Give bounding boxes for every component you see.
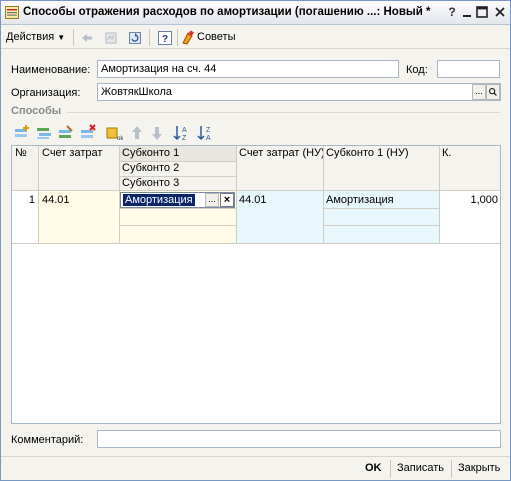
svg-text:ok: ok bbox=[117, 136, 123, 142]
organization-label: Организация: bbox=[11, 87, 81, 99]
header-divider bbox=[12, 190, 500, 191]
header-k[interactable]: К. bbox=[439, 146, 500, 160]
comment-input[interactable] bbox=[97, 430, 501, 448]
window-title: Способы отражения расходов по амортизаци… bbox=[23, 6, 431, 18]
chevron-down-icon: ▼ bbox=[57, 33, 66, 42]
row-k[interactable]: 1,000 bbox=[439, 193, 500, 207]
save-button[interactable]: Записать bbox=[397, 462, 444, 474]
actions-menu[interactable]: Действия ▼ bbox=[6, 31, 65, 43]
header-subkonto1[interactable]: Субконто 1 bbox=[119, 146, 236, 160]
minimize-icon[interactable] bbox=[460, 5, 474, 19]
delete-row-icon[interactable] bbox=[79, 124, 97, 142]
sort-ascending-icon[interactable]: A Z bbox=[173, 124, 191, 142]
svg-text:Z: Z bbox=[206, 127, 211, 134]
subkonto1-editor[interactable]: Амортизация ... × bbox=[120, 192, 235, 208]
header-account[interactable]: Счет затрат bbox=[39, 146, 119, 160]
move-down-icon[interactable] bbox=[149, 124, 165, 142]
row-account-nu[interactable]: 44.01 bbox=[236, 193, 323, 207]
search-icon[interactable] bbox=[486, 84, 500, 100]
row-subdivider bbox=[323, 225, 439, 226]
help-icon[interactable]: ? bbox=[157, 30, 173, 46]
actions-label: Действия bbox=[6, 31, 55, 43]
subkonto1-select-button[interactable]: ... bbox=[205, 193, 219, 207]
clear-icon[interactable]: × bbox=[220, 193, 234, 207]
document-window: Способы отражения расходов по амортизаци… bbox=[0, 0, 511, 481]
svg-text:A: A bbox=[182, 127, 187, 134]
svg-text:A: A bbox=[206, 135, 211, 142]
edit-row-icon[interactable] bbox=[57, 124, 75, 142]
name-input[interactable]: Амортизация на сч. 44 bbox=[97, 60, 399, 78]
close-button[interactable]: Закрыть bbox=[458, 462, 500, 474]
title-bar: Способы отражения расходов по амортизаци… bbox=[1, 1, 510, 25]
name-label: Наименование: bbox=[11, 64, 91, 76]
header-num[interactable]: № bbox=[12, 146, 38, 160]
row-subkonto1-nu[interactable]: Амортизация bbox=[323, 193, 439, 207]
code-label: Код: bbox=[406, 64, 428, 76]
svg-text:Z: Z bbox=[182, 135, 187, 142]
methods-table[interactable]: № Счет затрат Субконто 1 Субконто 2 Субк… bbox=[11, 145, 501, 424]
ok-button[interactable]: OK bbox=[365, 462, 382, 474]
toolbar-separator bbox=[149, 29, 150, 46]
toolbar-separator bbox=[177, 29, 178, 46]
tips-icon[interactable] bbox=[181, 30, 195, 45]
row-subdivider bbox=[119, 225, 236, 226]
table-toolbar: ok A Z Z A bbox=[13, 124, 233, 142]
header-subkonto3[interactable]: Субконто 3 bbox=[119, 176, 236, 190]
end-edit-icon[interactable]: ok bbox=[105, 124, 123, 142]
header-account-nu[interactable]: Счет затрат (НУ) bbox=[236, 146, 323, 160]
group-divider bbox=[67, 112, 500, 113]
comment-label: Комментарий: bbox=[11, 434, 84, 446]
header-subkonto2[interactable]: Субконто 2 bbox=[119, 161, 236, 175]
header-subkonto1-nu[interactable]: Субконто 1 (НУ) bbox=[323, 146, 439, 160]
help-button[interactable]: ? bbox=[445, 5, 459, 19]
svg-text:?: ? bbox=[162, 34, 168, 45]
footer-divider bbox=[1, 456, 510, 457]
toolbar: Действия ▼ ? Советы bbox=[1, 26, 510, 49]
document-icon bbox=[5, 6, 19, 19]
arrow-left-icon[interactable] bbox=[79, 30, 95, 46]
row-num[interactable]: 1 bbox=[12, 193, 38, 207]
record-icon[interactable] bbox=[103, 30, 119, 46]
organization-value: ЖовтякШкола bbox=[101, 86, 172, 98]
group-title: Способы bbox=[11, 105, 62, 117]
refresh-icon[interactable] bbox=[127, 30, 143, 46]
toolbar-separator bbox=[73, 29, 74, 46]
tips-button[interactable]: Советы bbox=[197, 31, 235, 43]
row-subdivider bbox=[119, 208, 236, 209]
footer-separator bbox=[390, 460, 391, 478]
code-input[interactable] bbox=[437, 60, 500, 78]
copy-row-icon[interactable] bbox=[35, 124, 53, 142]
close-icon[interactable] bbox=[493, 5, 507, 19]
footer-separator bbox=[451, 460, 452, 478]
header-subdivider bbox=[119, 161, 236, 162]
row-divider bbox=[12, 243, 500, 244]
move-up-icon[interactable] bbox=[129, 124, 145, 142]
subkonto1-value[interactable]: Амортизация bbox=[123, 194, 195, 206]
maximize-icon[interactable] bbox=[475, 5, 489, 19]
select-button[interactable]: ... bbox=[472, 84, 486, 100]
row-account[interactable]: 44.01 bbox=[39, 193, 119, 207]
add-row-icon[interactable] bbox=[13, 124, 31, 142]
row-subdivider bbox=[323, 208, 439, 209]
header-subdivider bbox=[119, 176, 236, 177]
organization-input[interactable]: ЖовтякШкола bbox=[97, 83, 501, 101]
sort-descending-icon[interactable]: Z A bbox=[197, 124, 215, 142]
